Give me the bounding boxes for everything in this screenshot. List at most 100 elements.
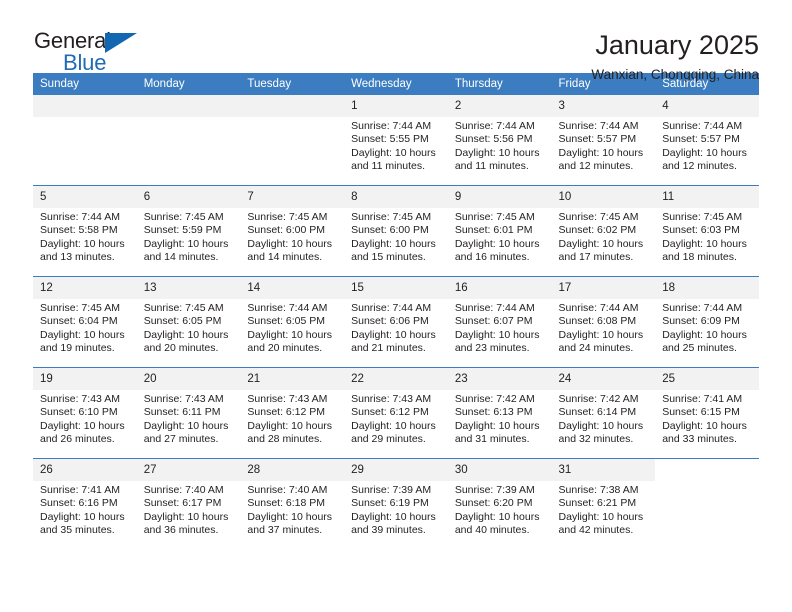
sunrise-text: Sunrise: 7:45 AM: [351, 211, 432, 223]
sunrise-text: Sunrise: 7:44 AM: [454, 120, 535, 132]
day-cell-inner: 25 Sunrise: 7:41 AM Sunset: 6:15 PM Dayligh…: [655, 368, 759, 458]
calendar-day-cell[interactable]: 30 Sunrise: 7:39 AM Sunset: 6:20 PM Dayligh…: [447, 458, 552, 549]
day-number: [136, 95, 241, 117]
calendar-day-cell[interactable]: 24 Sunrise: 7:42 AM Sunset: 6:14 PM Dayligh…: [551, 367, 656, 459]
calendar-day-cell-empty: [33, 95, 137, 186]
calendar-day-cell[interactable]: 6 Sunrise: 7:45 AM Sunset: 5:59 PM Daylight…: [136, 185, 241, 277]
day-details: Sunrise: 7:45 AM Sunset: 6:03 PM Daylight:…: [655, 208, 759, 265]
day-cell-inner: [655, 459, 759, 549]
calendar-day-cell[interactable]: 15 Sunrise: 7:44 AM Sunset: 6:06 PM Dayligh…: [344, 276, 448, 368]
sunrise-text: Sunrise: 7:45 AM: [143, 211, 224, 223]
sunset-text: Sunset: 6:19 PM: [351, 497, 429, 510]
day-cell-inner: 15 Sunrise: 7:44 AM Sunset: 6:06 PM Dayligh…: [344, 277, 448, 367]
calendar-day-cell[interactable]: 1 Sunrise: 7:44 AM Sunset: 5:55 PM Daylight…: [344, 95, 448, 186]
calendar-day-cell[interactable]: 25 Sunrise: 7:41 AM Sunset: 6:15 PM Dayligh…: [655, 367, 759, 459]
day-details: Sunrise: 7:44 AM Sunset: 5:57 PM Daylight:…: [655, 117, 759, 174]
day-cell-inner: [136, 95, 241, 185]
day-number: [240, 95, 345, 117]
day-details: Sunrise: 7:40 AM Sunset: 6:18 PM Daylight:…: [240, 481, 344, 538]
day-number: 17: [551, 277, 656, 299]
calendar-day-cell[interactable]: 14 Sunrise: 7:44 AM Sunset: 6:05 PM Dayligh…: [240, 276, 345, 368]
sunset-text: Sunset: 6:06 PM: [351, 315, 429, 328]
calendar-day-cell[interactable]: 4 Sunrise: 7:44 AM Sunset: 5:57 PM Daylight…: [655, 95, 759, 186]
daylight-text: Daylight: 10 hours and 20 minutes.: [247, 328, 333, 355]
day-number: 23: [447, 368, 552, 390]
day-number: 30: [447, 459, 552, 481]
calendar-day-cell[interactable]: 10 Sunrise: 7:45 AM Sunset: 6:02 PM Dayligh…: [551, 185, 656, 277]
calendar-day-cell[interactable]: 5 Sunrise: 7:44 AM Sunset: 5:58 PM Daylight…: [33, 185, 137, 277]
calendar-day-cell[interactable]: 13 Sunrise: 7:45 AM Sunset: 6:05 PM Dayligh…: [136, 276, 241, 368]
day-cell-inner: 19 Sunrise: 7:43 AM Sunset: 6:10 PM Dayligh…: [33, 368, 137, 458]
day-cell-inner: 2 Sunrise: 7:44 AM Sunset: 5:56 PM Daylight…: [447, 95, 552, 185]
day-cell-inner: 6 Sunrise: 7:45 AM Sunset: 5:59 PM Daylight…: [136, 186, 241, 276]
day-number: 28: [240, 459, 345, 481]
day-cell-inner: 11 Sunrise: 7:45 AM Sunset: 6:03 PM Dayligh…: [655, 186, 759, 276]
sunrise-text: Sunrise: 7:44 AM: [40, 211, 120, 223]
calendar-day-cell[interactable]: 29 Sunrise: 7:39 AM Sunset: 6:19 PM Dayligh…: [344, 458, 448, 549]
sunset-text: Sunset: 5:58 PM: [40, 224, 118, 237]
calendar-day-cell[interactable]: 19 Sunrise: 7:43 AM Sunset: 6:10 PM Dayligh…: [33, 367, 137, 459]
day-details: Sunrise: 7:42 AM Sunset: 6:14 PM Daylight:…: [552, 390, 656, 447]
day-number: 8: [344, 186, 448, 208]
day-cell-inner: 24 Sunrise: 7:42 AM Sunset: 6:14 PM Dayligh…: [551, 368, 656, 458]
calendar-day-cell[interactable]: 9 Sunrise: 7:45 AM Sunset: 6:01 PM Daylight…: [447, 185, 552, 277]
calendar-day-cell[interactable]: 12 Sunrise: 7:45 AM Sunset: 6:04 PM Dayligh…: [33, 276, 137, 368]
sunrise-text: Sunrise: 7:44 AM: [247, 302, 328, 314]
day-number: 20: [136, 368, 241, 390]
sunset-text: Sunset: 6:18 PM: [247, 497, 326, 510]
day-number: 9: [447, 186, 552, 208]
day-details: Sunrise: 7:41 AM Sunset: 6:15 PM Daylight:…: [655, 390, 759, 447]
day-details: Sunrise: 7:44 AM Sunset: 6:09 PM Daylight:…: [655, 299, 759, 356]
calendar-day-cell[interactable]: 18 Sunrise: 7:44 AM Sunset: 6:09 PM Dayligh…: [655, 276, 759, 368]
calendar-day-cell[interactable]: 27 Sunrise: 7:40 AM Sunset: 6:17 PM Dayligh…: [136, 458, 241, 549]
day-details: Sunrise: 7:45 AM Sunset: 6:05 PM Daylight:…: [137, 299, 241, 356]
calendar-day-cell[interactable]: 11 Sunrise: 7:45 AM Sunset: 6:03 PM Dayligh…: [655, 185, 759, 277]
calendar-day-cell[interactable]: 28 Sunrise: 7:40 AM Sunset: 6:18 PM Dayligh…: [240, 458, 345, 549]
daylight-text: Daylight: 10 hours and 18 minutes.: [662, 237, 747, 264]
calendar-day-cell[interactable]: 3 Sunrise: 7:44 AM Sunset: 5:57 PM Daylight…: [551, 95, 656, 186]
daylight-text: Daylight: 10 hours and 12 minutes.: [558, 146, 644, 173]
sunset-text: Sunset: 6:02 PM: [558, 224, 637, 237]
day-cell-inner: 4 Sunrise: 7:44 AM Sunset: 5:57 PM Daylight…: [655, 95, 759, 185]
calendar-day-cell[interactable]: 7 Sunrise: 7:45 AM Sunset: 6:00 PM Daylight…: [240, 185, 345, 277]
calendar-day-cell[interactable]: 21 Sunrise: 7:43 AM Sunset: 6:12 PM Dayligh…: [240, 367, 345, 459]
page-title: January 2025: [595, 30, 759, 60]
day-cell-inner: 17 Sunrise: 7:44 AM Sunset: 6:08 PM Dayligh…: [551, 277, 656, 367]
daylight-text: Daylight: 10 hours and 14 minutes.: [247, 237, 333, 264]
calendar-day-cell[interactable]: 17 Sunrise: 7:44 AM Sunset: 6:08 PM Dayligh…: [551, 276, 656, 368]
sunset-text: Sunset: 5:59 PM: [143, 224, 222, 237]
day-cell-inner: 27 Sunrise: 7:40 AM Sunset: 6:17 PM Dayligh…: [136, 459, 241, 549]
sunset-text: Sunset: 6:05 PM: [143, 315, 222, 328]
calendar-day-cell[interactable]: 22 Sunrise: 7:43 AM Sunset: 6:12 PM Dayligh…: [344, 367, 448, 459]
day-details: Sunrise: 7:45 AM Sunset: 6:01 PM Daylight:…: [448, 208, 552, 265]
day-number: 1: [344, 95, 448, 117]
calendar-day-cell[interactable]: 26 Sunrise: 7:41 AM Sunset: 6:16 PM Dayligh…: [33, 458, 137, 549]
day-number: 14: [240, 277, 345, 299]
day-cell-inner: 30 Sunrise: 7:39 AM Sunset: 6:20 PM Dayligh…: [447, 459, 552, 549]
daylight-text: Daylight: 10 hours and 28 minutes.: [247, 419, 333, 446]
day-details: Sunrise: 7:45 AM Sunset: 6:00 PM Daylight:…: [344, 208, 448, 265]
day-details: Sunrise: 7:43 AM Sunset: 6:12 PM Daylight:…: [240, 390, 344, 447]
calendar-day-cell[interactable]: 23 Sunrise: 7:42 AM Sunset: 6:13 PM Dayligh…: [447, 367, 552, 459]
title-block: January 2025 Wanxian, Chongqing, China: [591, 28, 759, 85]
day-details: Sunrise: 7:44 AM Sunset: 5:55 PM Daylight:…: [344, 117, 448, 174]
sunrise-text: Sunrise: 7:40 AM: [143, 484, 224, 496]
sunset-text: Sunset: 6:21 PM: [558, 497, 637, 510]
day-cell-inner: [33, 95, 137, 185]
calendar-day-cell[interactable]: 2 Sunrise: 7:44 AM Sunset: 5:56 PM Daylight…: [447, 95, 552, 186]
day-cell-inner: 20 Sunrise: 7:43 AM Sunset: 6:11 PM Dayligh…: [136, 368, 241, 458]
day-number: 6: [136, 186, 241, 208]
calendar-day-cell[interactable]: 16 Sunrise: 7:44 AM Sunset: 6:07 PM Dayligh…: [447, 276, 552, 368]
day-cell-inner: 13 Sunrise: 7:45 AM Sunset: 6:05 PM Dayligh…: [136, 277, 241, 367]
sunrise-text: Sunrise: 7:39 AM: [351, 484, 432, 496]
daylight-text: Daylight: 10 hours and 16 minutes.: [454, 237, 540, 264]
calendar-day-cell[interactable]: 20 Sunrise: 7:43 AM Sunset: 6:11 PM Dayligh…: [136, 367, 241, 459]
sunset-text: Sunset: 6:01 PM: [454, 224, 533, 237]
day-number: 2: [447, 95, 552, 117]
sunset-text: Sunset: 6:05 PM: [247, 315, 326, 328]
sunrise-text: Sunrise: 7:45 AM: [558, 211, 639, 223]
day-number: 15: [344, 277, 448, 299]
calendar-day-cell[interactable]: 8 Sunrise: 7:45 AM Sunset: 6:00 PM Daylight…: [344, 185, 448, 277]
calendar-day-cell[interactable]: 31 Sunrise: 7:38 AM Sunset: 6:21 PM Dayligh…: [551, 458, 656, 549]
day-number: 24: [551, 368, 656, 390]
